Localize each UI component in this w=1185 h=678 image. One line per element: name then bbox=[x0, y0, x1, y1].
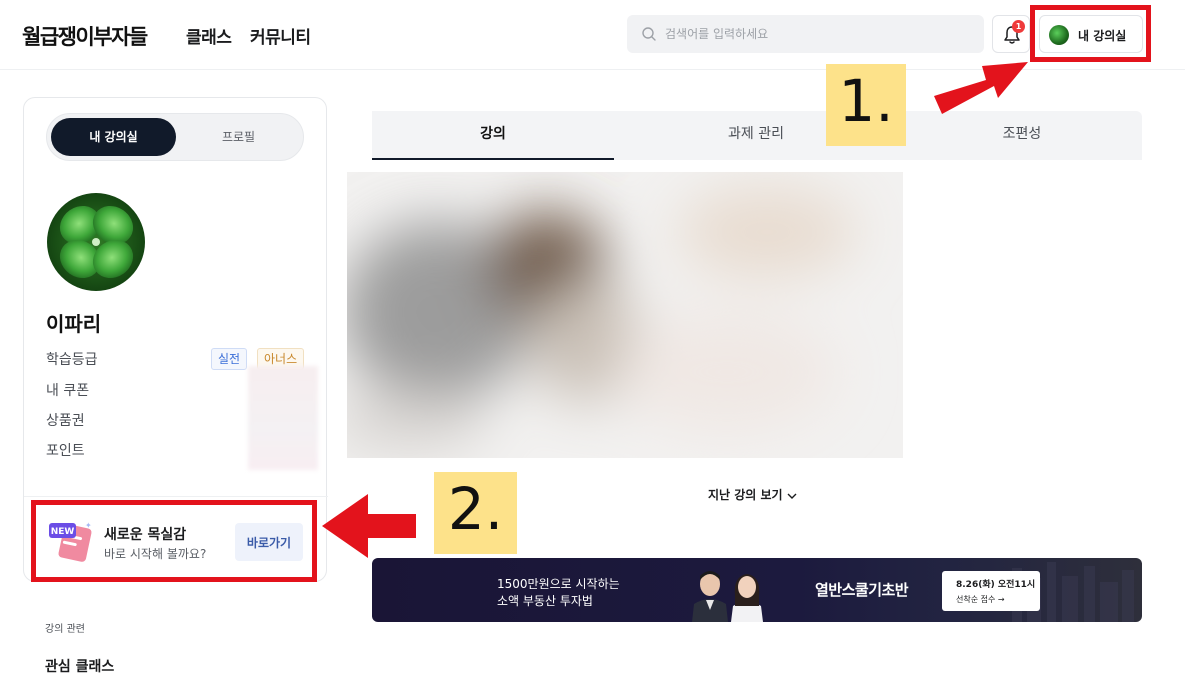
view-toggle: 내 강의실 프로필 bbox=[46, 113, 304, 161]
profile-avatar bbox=[47, 193, 145, 291]
blurred-lecture-card bbox=[347, 172, 903, 458]
arrow-1-icon bbox=[934, 62, 1028, 114]
blurred-values bbox=[248, 366, 318, 470]
promo-banner[interactable]: 1500만원으로 시작하는 소액 부동산 투자법 열반스쿨기초반 8.26(화)… bbox=[372, 558, 1142, 622]
divider bbox=[24, 496, 328, 497]
notification-badge: 1 bbox=[1012, 20, 1025, 33]
highlight-box-2 bbox=[31, 500, 317, 582]
search-input[interactable] bbox=[665, 15, 965, 53]
banner-line-2: 소액 부동산 투자법 bbox=[497, 594, 593, 608]
instructor-photo bbox=[692, 571, 728, 622]
banner-line-1: 1500만원으로 시작하는 bbox=[497, 577, 620, 591]
step-label-1: 1. bbox=[826, 64, 906, 146]
notification-button[interactable]: 1 bbox=[992, 15, 1030, 53]
site-logo[interactable]: 월급쟁이부자들 bbox=[22, 21, 148, 51]
toggle-profile[interactable]: 프로필 bbox=[176, 118, 301, 156]
toggle-my-classroom[interactable]: 내 강의실 bbox=[51, 118, 176, 156]
gift-card-link[interactable]: 상품권 bbox=[46, 410, 85, 430]
nav-classes[interactable]: 클래스 bbox=[186, 23, 232, 48]
nav-community[interactable]: 커뮤니티 bbox=[250, 23, 311, 48]
user-name: 이파리 bbox=[46, 312, 102, 336]
banner-cta-date: 8.26(화) 오전11시 bbox=[956, 580, 1036, 590]
banner-cta[interactable]: 8.26(화) 오전11시 선착순 접수 → bbox=[942, 571, 1040, 611]
tab-lectures[interactable]: 강의 bbox=[372, 111, 614, 160]
banner-title: 열반스쿨기초반 bbox=[815, 581, 909, 599]
search-icon bbox=[642, 27, 656, 41]
past-lectures-link[interactable]: 지난 강의 보기 bbox=[708, 486, 797, 503]
learning-grade-label: 학습등급 bbox=[46, 352, 98, 368]
arrow-2-icon bbox=[322, 494, 416, 558]
clover-image bbox=[47, 193, 145, 291]
section-label: 강의 관련 bbox=[45, 624, 85, 635]
grade-badge: 실전 bbox=[211, 348, 248, 370]
search-bar[interactable] bbox=[627, 15, 984, 53]
step-label-2: 2. bbox=[434, 472, 517, 554]
highlight-box-1 bbox=[1030, 5, 1151, 62]
points-link[interactable]: 포인트 bbox=[46, 440, 85, 460]
banner-cta-sub: 선착순 접수 → bbox=[956, 595, 1005, 604]
chevron-down-icon bbox=[787, 493, 797, 499]
past-lectures-label: 지난 강의 보기 bbox=[708, 488, 783, 502]
interested-classes-link[interactable]: 관심 클래스 bbox=[45, 656, 114, 676]
my-coupon-link[interactable]: 내 쿠폰 bbox=[46, 380, 89, 400]
instructor-photo bbox=[731, 574, 763, 622]
